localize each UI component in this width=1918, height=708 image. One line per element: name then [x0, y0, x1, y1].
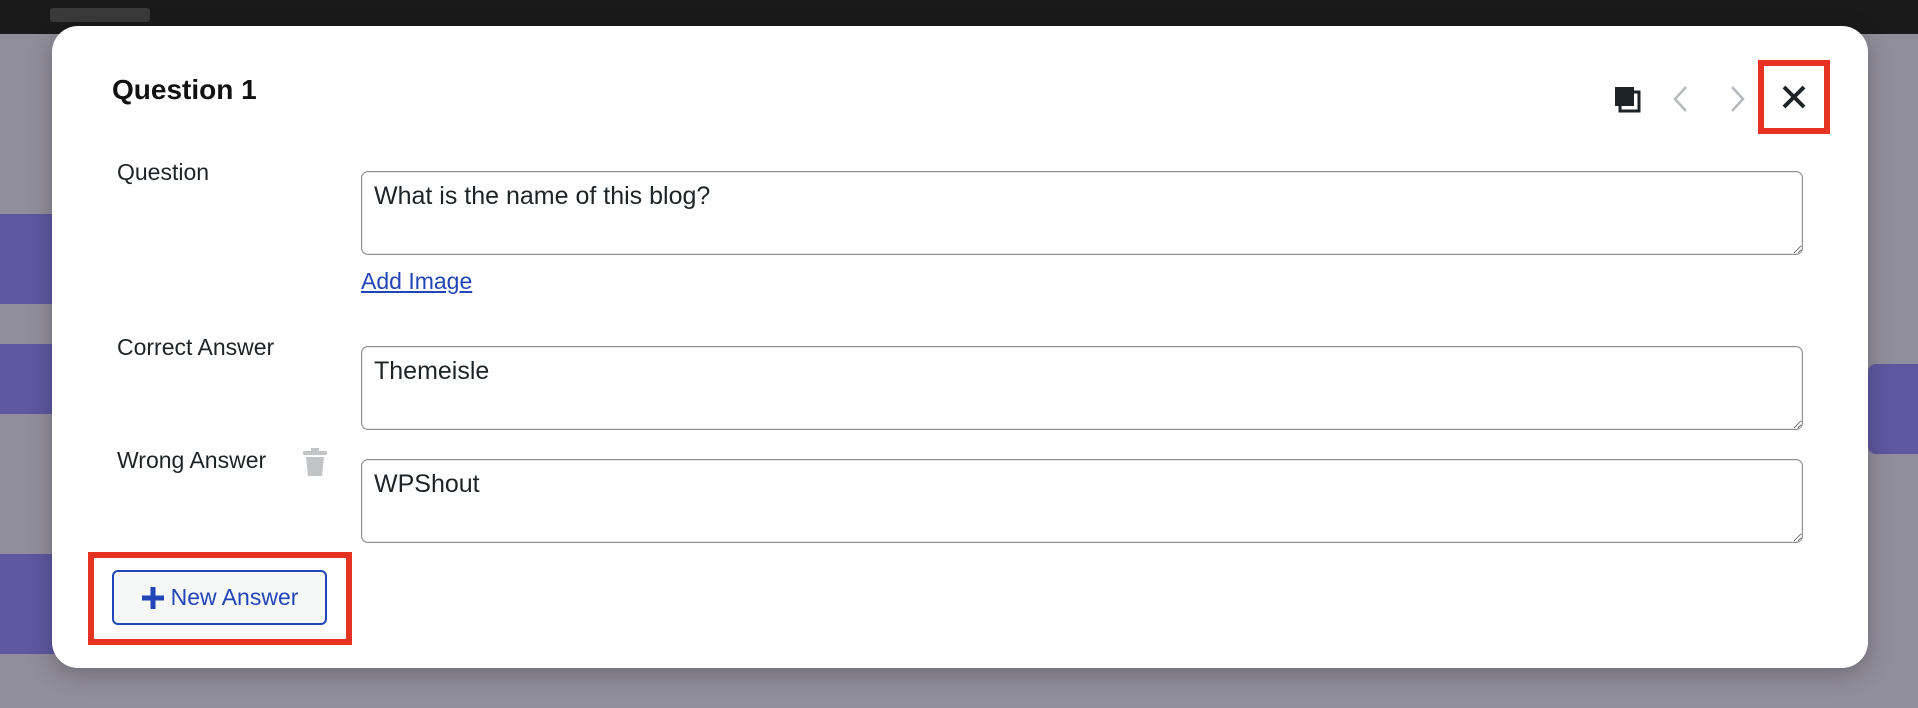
- wrong-answer-label: Wrong Answer: [117, 447, 267, 473]
- modal-title: Question 1: [112, 74, 257, 105]
- new-answer-label: New Answer: [170, 584, 299, 610]
- top-bar-item: [50, 8, 150, 22]
- question-field[interactable]: What is the name of this blog?: [361, 171, 1803, 255]
- question-modal: Question 1 Question What is the name of …: [52, 26, 1868, 668]
- chevron-left-icon[interactable]: [1666, 81, 1696, 117]
- backdrop-block: [0, 344, 60, 414]
- trash-icon[interactable]: [302, 447, 328, 482]
- backdrop-block: [0, 214, 60, 304]
- correct-answer-label: Correct Answer: [117, 334, 275, 360]
- wrong-answer-field[interactable]: WPShout: [361, 459, 1803, 543]
- plus-icon: [141, 586, 165, 610]
- close-icon[interactable]: [1770, 72, 1818, 122]
- add-image-link[interactable]: Add Image: [361, 268, 472, 295]
- duplicate-icon[interactable]: [1612, 81, 1642, 117]
- correct-answer-field[interactable]: Themeisle: [361, 346, 1803, 430]
- question-label: Question: [117, 159, 210, 185]
- new-answer-button[interactable]: New Answer: [112, 570, 327, 625]
- backdrop-block: [1868, 364, 1918, 454]
- chevron-right-icon[interactable]: [1722, 81, 1752, 117]
- backdrop-block: [0, 554, 60, 654]
